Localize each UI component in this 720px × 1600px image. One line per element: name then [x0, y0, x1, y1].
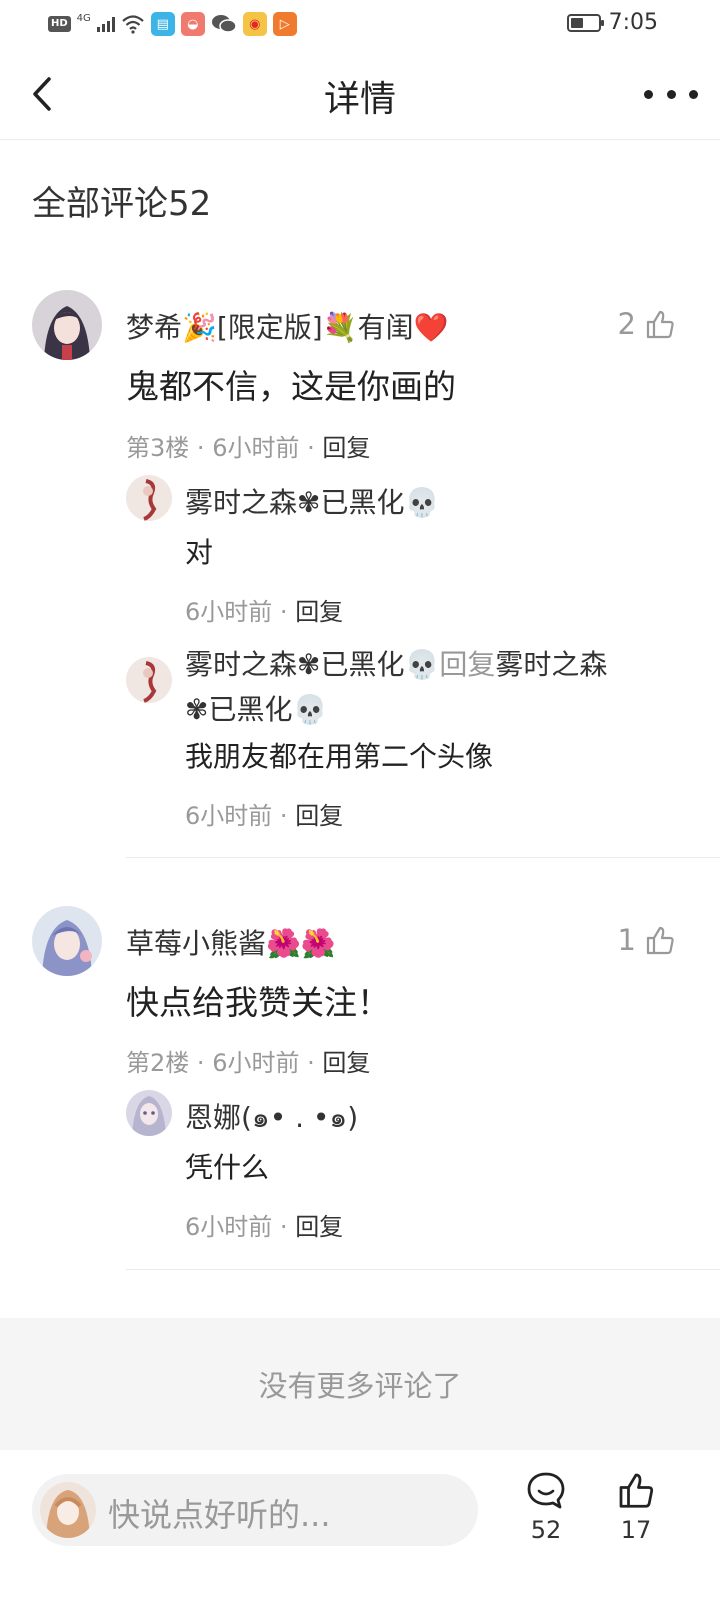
like-count: 17	[620, 1516, 652, 1544]
wifi-icon	[122, 15, 144, 34]
more-options-button[interactable]	[644, 76, 698, 112]
comment-count: 52	[530, 1516, 562, 1544]
comment-text: 鬼都不信，这是你画的	[126, 367, 456, 406]
reply-meta: 6小时前 · 回复	[185, 802, 344, 830]
thumbs-up-icon	[619, 1473, 654, 1508]
reply-to-label: 回复	[439, 648, 496, 681]
reply-text: 我朋友都在用第二个头像	[185, 740, 494, 773]
reply-author[interactable]: 雾时之森✾已黑化💀	[185, 648, 439, 681]
reply-meta: 6小时前 · 回复	[185, 1213, 344, 1241]
clock: 7:05	[608, 10, 658, 35]
reply-text: 凭什么	[185, 1151, 270, 1184]
thumbs-up-icon	[646, 926, 674, 955]
comment-author[interactable]: 草莓小熊酱🌺🌺	[126, 922, 336, 962]
reader-app-icon: ▤	[150, 12, 175, 36]
reply-meta: 6小时前 · 回复	[185, 598, 344, 626]
divider	[126, 1269, 720, 1270]
avatar[interactable]	[126, 1090, 172, 1136]
reply-target[interactable]: 雾时之森	[495, 648, 607, 681]
page-title: 详情	[323, 79, 396, 120]
comments-button[interactable]: 52	[516, 1470, 576, 1544]
reply-time: 6小时前	[185, 1213, 273, 1241]
like-count: 2	[617, 307, 636, 341]
no-more-comments: 没有更多评论了	[0, 1318, 720, 1450]
avatar[interactable]	[126, 475, 172, 521]
comment-author[interactable]: 梦希🎉[限定版]💐有闺❤️	[126, 306, 448, 346]
reply-button[interactable]: 回复	[295, 1213, 343, 1241]
floor-number: 第2楼	[126, 1049, 190, 1077]
hd-indicator: HD	[48, 16, 71, 32]
status-bar: HD 4G ▤ ◒ ◉ ▷ 7:05	[0, 0, 720, 48]
reply-author[interactable]: 雾时之森✾已黑化💀	[185, 481, 439, 521]
reply-button[interactable]: 回复	[295, 598, 343, 626]
divider	[126, 857, 720, 858]
battery-icon	[566, 13, 604, 32]
shopping-app-icon: ◒	[180, 12, 205, 36]
comment-input-placeholder: 快说点好听的...	[108, 1496, 331, 1534]
reply-author-line: 雾时之森✾已黑化💀回复雾时之森	[185, 643, 607, 683]
comment-bubble-icon	[527, 1472, 565, 1509]
comment-input[interactable]: 快说点好听的...	[32, 1474, 478, 1546]
weibo-icon: ◉	[242, 12, 267, 36]
avatar[interactable]	[126, 657, 172, 703]
comment-time: 6小时前	[212, 434, 300, 462]
avatar[interactable]	[32, 906, 102, 976]
top-nav-bar: 详情	[0, 48, 720, 140]
video-app-icon: ▷	[272, 12, 297, 36]
reply-time: 6小时前	[185, 802, 273, 830]
wechat-icon	[211, 15, 237, 33]
comment-meta: 第3楼 · 6小时前 · 回复	[126, 434, 371, 462]
signal-icon	[96, 16, 115, 32]
like-button[interactable]: 1	[618, 923, 676, 957]
my-avatar	[40, 1482, 96, 1538]
avatar[interactable]	[32, 290, 102, 360]
floor-number: 第3楼	[126, 434, 190, 462]
like-count: 1	[617, 923, 636, 957]
reply-author[interactable]: 恩娜(๑• . •๑)	[185, 1096, 358, 1140]
bottom-bar: 快说点好听的... 52 17	[0, 1450, 720, 1600]
comments-heading: 全部评论52	[32, 184, 212, 224]
comment-text: 快点给我赞关注！	[126, 983, 390, 1022]
reply-text: 对	[185, 536, 214, 569]
reply-time: 6小时前	[185, 598, 273, 626]
comment-meta: 第2楼 · 6小时前 · 回复	[126, 1049, 371, 1077]
reply-button[interactable]: 回复	[295, 802, 343, 830]
reply-button[interactable]: 回复	[322, 1049, 370, 1077]
network-type: 4G	[76, 12, 91, 24]
like-button[interactable]: 2	[618, 307, 676, 341]
thumbs-up-icon	[646, 310, 674, 339]
reply-button[interactable]: 回复	[322, 434, 370, 462]
comment-time: 6小时前	[212, 1049, 300, 1077]
reply-target-cont: ✾已黑化💀	[185, 693, 328, 726]
like-post-button[interactable]: 17	[606, 1470, 666, 1544]
